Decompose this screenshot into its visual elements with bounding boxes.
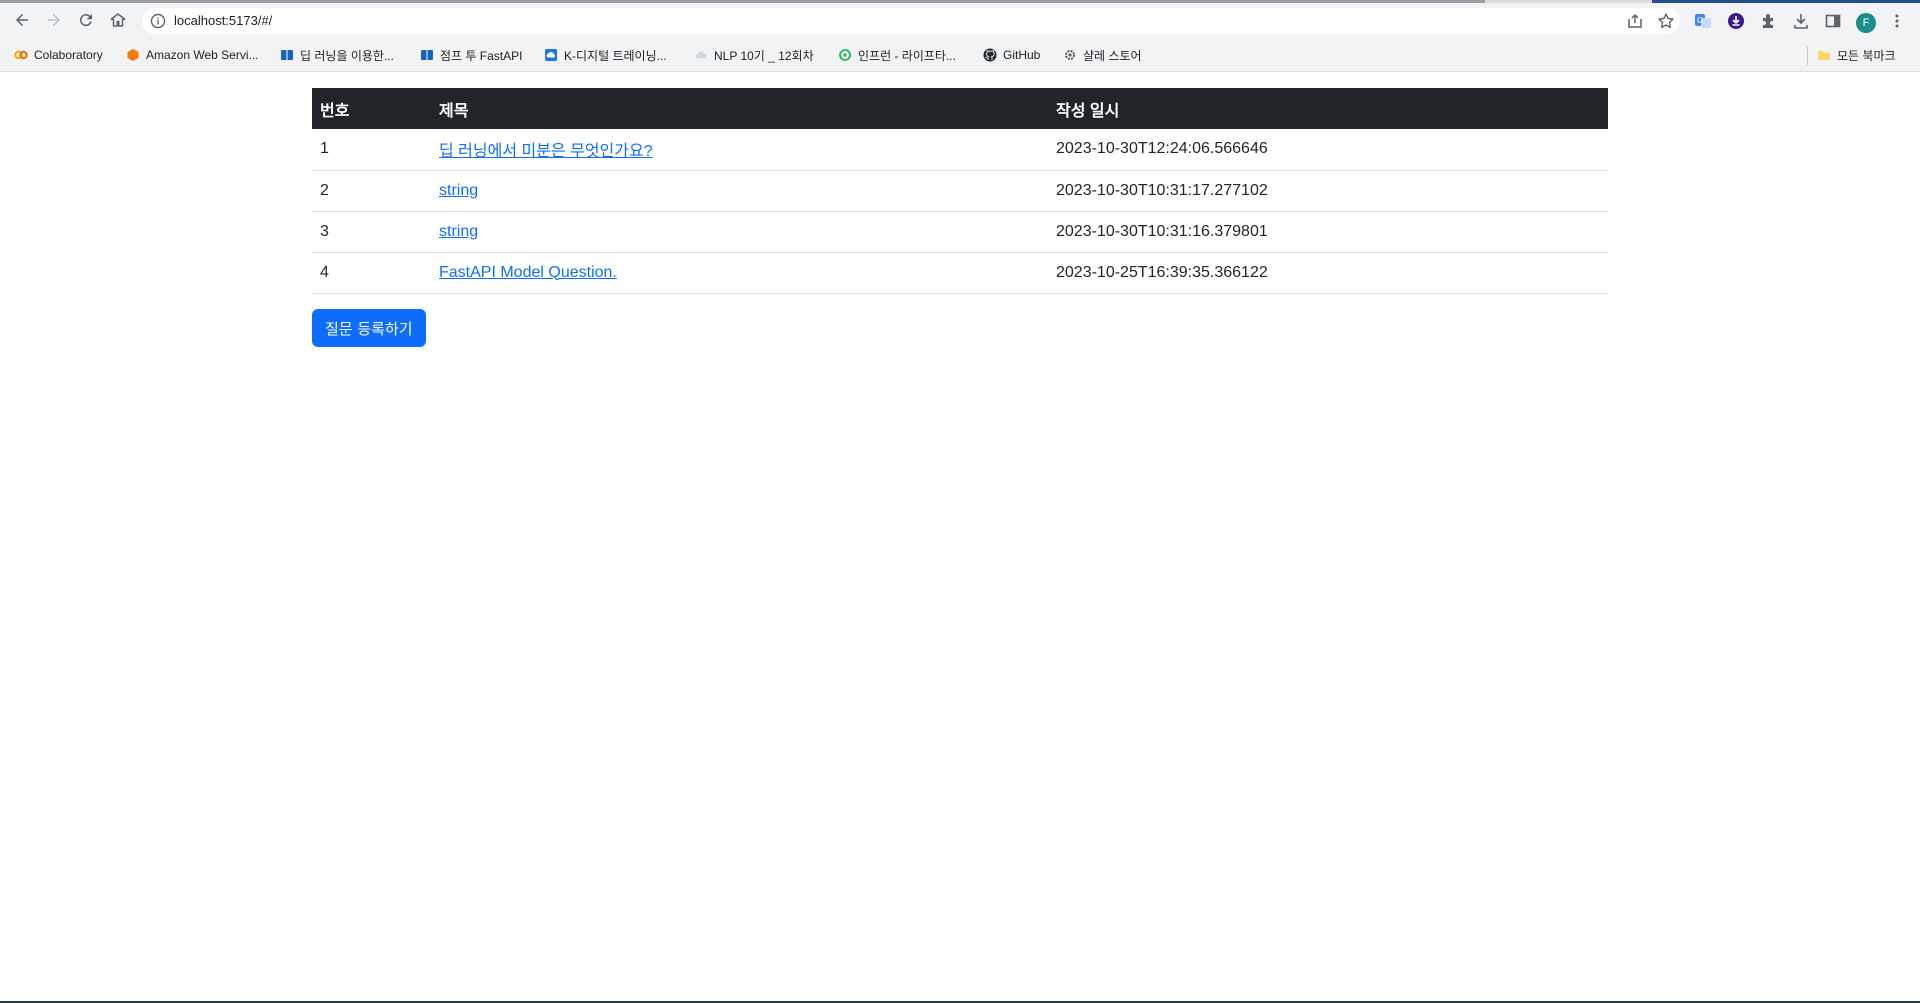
bookmark-colaboratory[interactable]: Colaboratory <box>14 47 103 63</box>
header-created: 작성 일시 <box>1056 102 1120 120</box>
cloud-icon <box>694 48 708 62</box>
gear-icon <box>1063 48 1077 62</box>
star-icon[interactable] <box>1657 12 1675 30</box>
bookmark-chalet-store[interactable]: 샬레 스토어 <box>1063 47 1142 63</box>
reload-icon[interactable] <box>74 8 98 32</box>
side-panel-icon[interactable] <box>1824 12 1842 30</box>
row-subject-cell: string <box>431 211 1048 253</box>
bookmark-deep-learning[interactable]: 딥 러닝을 이용한... <box>280 47 394 63</box>
question-link[interactable]: 딥 러닝에서 미분은 무엇인가요? <box>439 143 653 160</box>
bookmark-label: Colaboratory <box>34 48 103 62</box>
question-table: 번호 제목 작성 일시 1 딥 러닝에서 미분은 무엇인가요? 2023-10-… <box>312 88 1608 294</box>
downloads-icon[interactable] <box>1792 12 1810 30</box>
wikidocs-icon <box>420 48 434 62</box>
profile-avatar[interactable]: F <box>1856 13 1876 33</box>
browser-toolbar: localhost:5173/#/ G F <box>0 3 1920 39</box>
menu-kebab-icon[interactable] <box>1888 12 1906 30</box>
table-row: 3 string 2023-10-30T10:31:16.379801 <box>312 211 1608 253</box>
row-created: 2023-10-30T10:31:16.379801 <box>1048 211 1608 253</box>
home-icon[interactable] <box>106 8 130 32</box>
row-subject-cell: 딥 러닝에서 미분은 무엇인가요? <box>431 129 1048 171</box>
bookmark-github[interactable]: GitHub <box>983 47 1040 63</box>
table-row: 4 FastAPI Model Question. 2023-10-25T16:… <box>312 252 1608 294</box>
row-number: 3 <box>312 211 431 253</box>
bookmark-inflearn[interactable]: 인프런 - 라이프타... <box>838 47 956 63</box>
header-number: 번호 <box>320 102 350 120</box>
extensions-puzzle-icon[interactable] <box>1760 12 1778 30</box>
bookmark-aws[interactable]: Amazon Web Servi... <box>126 47 259 63</box>
folder-icon <box>1817 48 1831 62</box>
row-created: 2023-10-25T16:39:35.366122 <box>1048 252 1608 294</box>
question-link[interactable]: string <box>439 223 478 240</box>
bookmark-label: 샬레 스토어 <box>1083 48 1142 63</box>
question-link[interactable]: string <box>439 182 478 199</box>
all-bookmarks-folder[interactable]: 모든 북마크 <box>1817 47 1896 63</box>
table-row: 1 딥 러닝에서 미분은 무엇인가요? 2023-10-30T12:24:06.… <box>312 129 1608 171</box>
download-extension-icon[interactable] <box>1727 12 1745 30</box>
bookmark-label: 모든 북마크 <box>1837 48 1896 63</box>
table-row: 2 string 2023-10-30T10:31:17.277102 <box>312 170 1608 212</box>
row-subject-cell: string <box>431 170 1048 212</box>
url-text[interactable]: localhost:5173/#/ <box>174 13 272 28</box>
bookmark-fastapi[interactable]: 점프 투 FastAPI <box>420 47 522 63</box>
bookmark-label: K-디지털 트레이닝... <box>564 48 667 63</box>
bookmark-label: 인프런 - 라이프타... <box>858 48 956 63</box>
bookmark-k-digital[interactable]: K-디지털 트레이닝... <box>544 47 667 63</box>
wikidocs-icon <box>280 48 294 62</box>
translate-icon[interactable]: G <box>1694 12 1712 30</box>
github-icon <box>983 48 997 62</box>
svg-text:G: G <box>1697 16 1703 25</box>
bookmark-nlp[interactable]: NLP 10기 _ 12회차 <box>694 47 814 63</box>
row-subject-cell: FastAPI Model Question. <box>431 252 1048 294</box>
address-bar[interactable]: localhost:5173/#/ <box>142 8 1680 34</box>
share-icon[interactable] <box>1626 12 1644 30</box>
row-number: 4 <box>312 252 431 294</box>
question-list-container: 번호 제목 작성 일시 1 딥 러닝에서 미분은 무엇인가요? 2023-10-… <box>312 88 1608 347</box>
bookmarks-divider <box>1807 47 1808 65</box>
site-info-icon[interactable] <box>150 13 166 29</box>
inflearn-icon <box>838 48 852 62</box>
row-number: 1 <box>312 129 431 171</box>
bookmark-label: Amazon Web Servi... <box>146 48 259 62</box>
register-question-button[interactable]: 질문 등록하기 <box>312 309 426 347</box>
bookmark-label: 점프 투 FastAPI <box>440 48 523 63</box>
forward-icon[interactable] <box>42 8 66 32</box>
question-link[interactable]: FastAPI Model Question. <box>439 264 617 281</box>
aws-icon <box>126 48 140 62</box>
header-subject: 제목 <box>439 102 469 120</box>
bookmark-label: NLP 10기 _ 12회차 <box>714 48 814 63</box>
back-icon[interactable] <box>10 8 34 32</box>
cloud-icon <box>544 48 558 62</box>
bookmark-label: 딥 러닝을 이용한... <box>300 48 394 63</box>
bookmark-label: GitHub <box>1003 48 1041 62</box>
colab-icon <box>14 48 28 62</box>
table-header-row: 번호 제목 작성 일시 <box>312 88 1608 129</box>
row-created: 2023-10-30T10:31:17.277102 <box>1048 170 1608 212</box>
row-created: 2023-10-30T12:24:06.566646 <box>1048 129 1608 171</box>
row-number: 2 <box>312 170 431 212</box>
bookmarks-bar: Colaboratory Amazon Web Servi... 딥 러닝을 이… <box>0 39 1920 72</box>
